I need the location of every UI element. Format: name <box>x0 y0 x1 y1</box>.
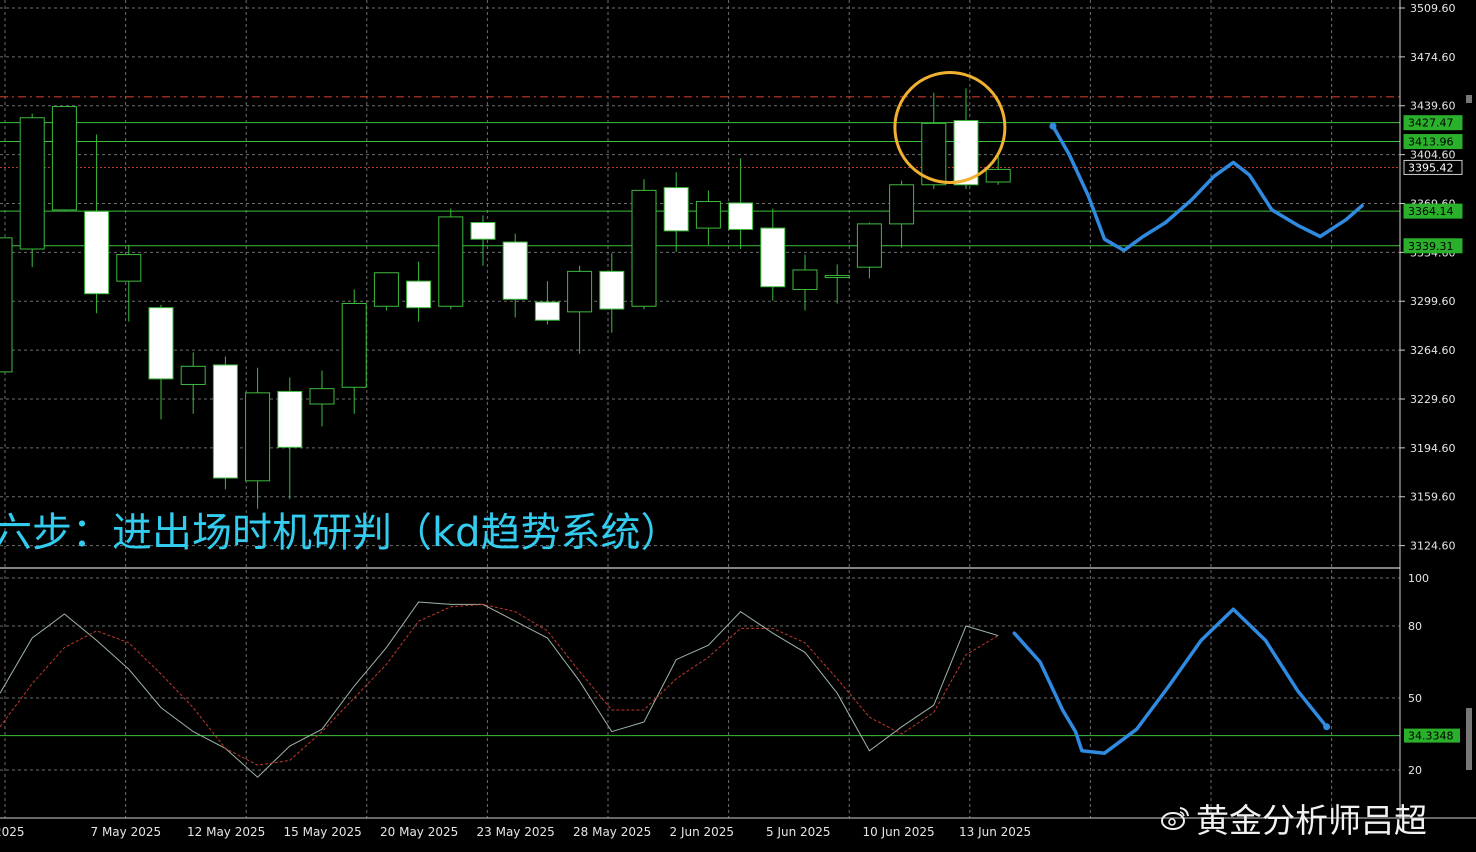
forecast-start-dot <box>1049 122 1057 130</box>
candle-body <box>824 275 850 279</box>
time-tick-label: 5 Jun 2025 <box>766 825 831 839</box>
price-tick-label: 3509.60 <box>1410 2 1456 15</box>
time-tick-label: 10 Jun 2025 <box>863 825 935 839</box>
time-tick-label: 2025 <box>0 825 25 839</box>
candle-body <box>985 168 1011 183</box>
price-tick-label: 3264.60 <box>1410 344 1456 357</box>
price-tick-label: 3159.60 <box>1410 491 1456 504</box>
time-tick-label: 23 May 2025 <box>477 825 555 839</box>
candle-body <box>631 189 657 307</box>
price-tick-label: 3229.60 <box>1410 393 1456 406</box>
candle-body <box>760 227 786 288</box>
candle-body <box>19 117 45 250</box>
price-tick-label: 3124.60 <box>1410 540 1456 553</box>
candle-body <box>502 241 528 300</box>
kd-tick-label: 50 <box>1408 692 1422 705</box>
price-tick-label: 3299.60 <box>1410 295 1456 308</box>
candle-body <box>277 390 303 448</box>
kd-tick-label: 100 <box>1408 572 1429 585</box>
candle-body <box>663 187 689 232</box>
candle-body <box>889 184 915 225</box>
weibo-icon <box>1161 807 1189 830</box>
time-axis: 2025 7 May 2025 12 May 2025 15 May 2025 20 M… <box>0 825 1031 839</box>
price-tick-label: 3404.60 <box>1410 149 1456 162</box>
candle-body <box>116 254 142 282</box>
kd-forecast-end-dot <box>1323 723 1331 731</box>
price-chart[interactable]: 3509.603474.603439.603404.603369.603334.… <box>0 0 1476 852</box>
candle-body <box>438 216 464 307</box>
candle-body <box>728 202 754 230</box>
candle-body <box>212 364 238 479</box>
overlay-title: 六步：进出场时机研判（kd趋势系统） <box>0 510 681 556</box>
level-label: 3364.14 <box>1408 205 1454 218</box>
candle-body <box>0 237 13 373</box>
candle-body <box>695 201 721 229</box>
time-tick-label: 20 May 2025 <box>380 825 458 839</box>
price-tick-label: 3474.60 <box>1410 51 1456 64</box>
price-tick-label: 3439.60 <box>1410 100 1456 113</box>
candle-body <box>309 388 335 405</box>
kd-level-label: 34.3348 <box>1408 730 1454 743</box>
time-tick-label: 15 May 2025 <box>284 825 362 839</box>
time-tick-label: 7 May 2025 <box>91 825 162 839</box>
candle-body <box>567 270 593 313</box>
candle-body <box>148 307 174 380</box>
candle-body <box>84 210 110 295</box>
level-label: 3427.47 <box>1408 117 1454 130</box>
scroll-handle <box>1466 95 1472 103</box>
candle-body <box>406 280 432 309</box>
candle-body <box>599 270 625 310</box>
level-label: 3413.96 <box>1408 136 1454 149</box>
current-price-label: 3395.42 <box>1408 161 1454 174</box>
candle-body <box>856 223 882 268</box>
watermark: 黄金分析师吕超 <box>1160 796 1427 840</box>
price-tick-label: 3194.60 <box>1410 442 1456 455</box>
kd-tick-label: 80 <box>1408 620 1422 633</box>
time-tick-label: 2 Jun 2025 <box>670 825 735 839</box>
candle-body <box>373 272 399 307</box>
candle-body <box>51 106 77 211</box>
candle-body <box>792 269 818 291</box>
kd-scroll-handle <box>1466 708 1472 770</box>
level-label: 3339.31 <box>1408 240 1454 253</box>
kd-tick-label: 20 <box>1408 764 1422 777</box>
candle-body <box>470 221 496 240</box>
time-tick-label: 12 May 2025 <box>187 825 265 839</box>
candle-body <box>341 302 367 388</box>
time-tick-label: 13 Jun 2025 <box>959 825 1031 839</box>
candle-body <box>534 301 560 321</box>
candle-body <box>180 365 206 385</box>
time-tick-label: 28 May 2025 <box>573 825 651 839</box>
watermark-text: 黄金分析师吕超 <box>1196 801 1427 840</box>
candle-body <box>245 392 271 482</box>
